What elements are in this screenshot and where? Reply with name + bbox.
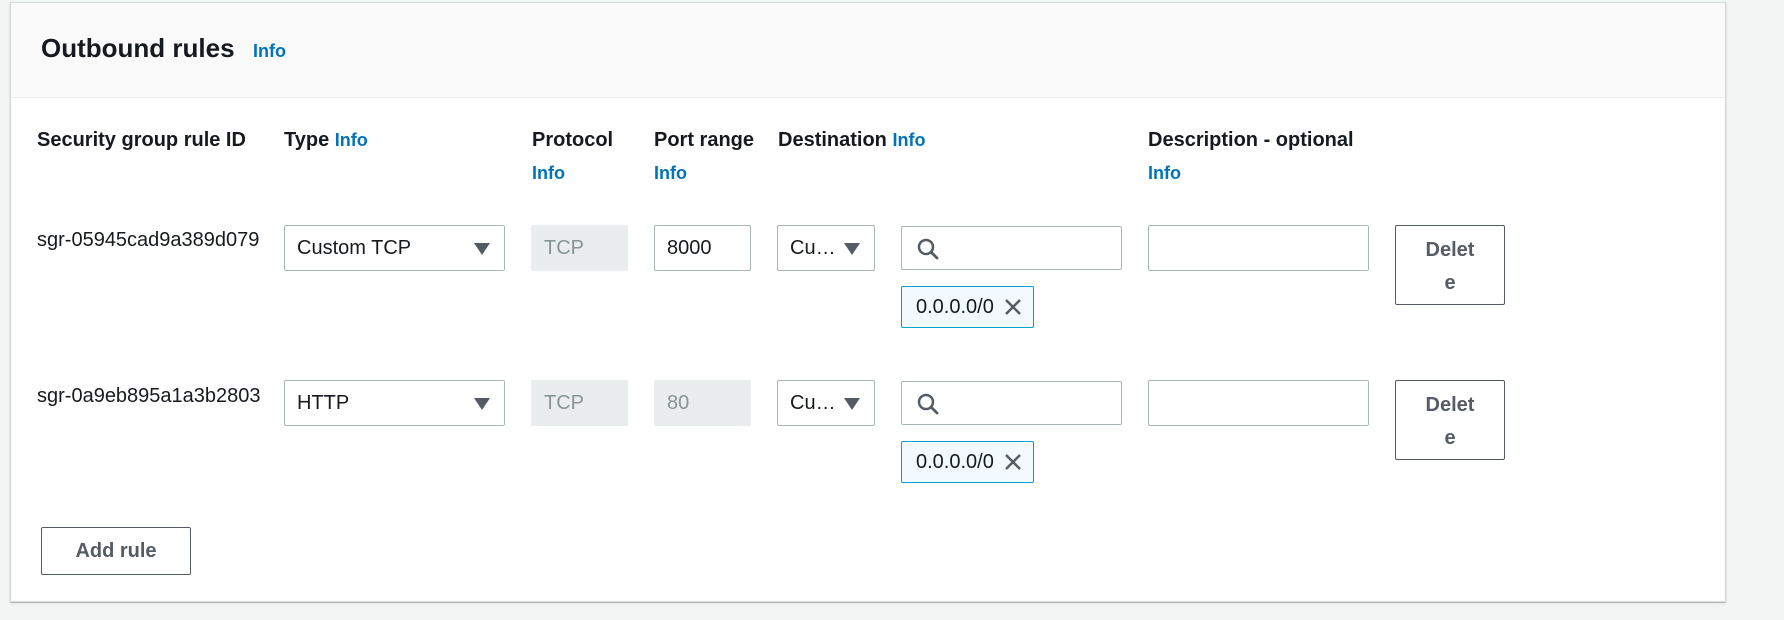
search-icon xyxy=(917,393,939,415)
destination-info-link[interactable]: Info xyxy=(892,130,925,150)
destination-search-input[interactable] xyxy=(901,381,1122,425)
description-input[interactable] xyxy=(1148,225,1369,271)
type-select-value: Custom TCP xyxy=(297,237,412,259)
description-input[interactable] xyxy=(1148,380,1369,426)
panel-header: Outbound rules Info xyxy=(11,3,1725,98)
close-icon[interactable] xyxy=(1003,297,1023,317)
type-select[interactable]: HTTP xyxy=(284,380,505,426)
protocol-info-link[interactable]: Info xyxy=(532,163,565,184)
destination-type-value: Cu… xyxy=(790,237,836,259)
type-select-value: HTTP xyxy=(297,392,350,414)
caret-down-icon xyxy=(844,243,860,255)
col-header-destination: Destination Info xyxy=(778,127,925,153)
col-header-destination-label: Destination xyxy=(778,129,887,151)
protocol-field: TCP xyxy=(531,380,628,426)
cidr-token-label: 0.0.0.0/0 xyxy=(916,451,994,473)
protocol-field: TCP xyxy=(531,225,628,271)
cidr-token-label: 0.0.0.0/0 xyxy=(916,296,994,318)
port-range-input[interactable]: 8000 xyxy=(654,225,751,271)
outbound-rules-panel: Outbound rules Info Security group rule … xyxy=(10,2,1726,602)
destination-search-input[interactable] xyxy=(901,226,1122,270)
port-range-field: 80 xyxy=(654,380,751,426)
rule-id: sgr-05945cad9a389d079 xyxy=(37,229,260,251)
add-rule-button[interactable]: Add rule xyxy=(41,527,191,575)
delete-button[interactable]: Delete xyxy=(1395,380,1505,460)
cidr-token: 0.0.0.0/0 xyxy=(901,441,1034,483)
col-header-description: Description - optional xyxy=(1148,129,1354,151)
type-select[interactable]: Custom TCP xyxy=(284,225,505,271)
type-info-link[interactable]: Info xyxy=(335,130,368,150)
destination-type-select[interactable]: Cu… xyxy=(777,380,875,426)
destination-type-value: Cu… xyxy=(790,392,836,414)
title-info-link[interactable]: Info xyxy=(253,41,286,62)
destination-type-select[interactable]: Cu… xyxy=(777,225,875,271)
caret-down-icon xyxy=(474,398,490,410)
search-icon xyxy=(917,238,939,260)
panel-title: Outbound rules xyxy=(41,33,235,63)
delete-button[interactable]: Delete xyxy=(1395,225,1505,305)
col-header-type-label: Type xyxy=(284,129,330,151)
col-header-type: Type Info xyxy=(284,127,368,153)
cidr-token: 0.0.0.0/0 xyxy=(901,286,1034,328)
description-info-link[interactable]: Info xyxy=(1148,163,1181,184)
caret-down-icon xyxy=(844,398,860,410)
rule-id: sgr-0a9eb895a1a3b2803 xyxy=(37,385,261,407)
port-range-info-link[interactable]: Info xyxy=(654,163,687,184)
close-icon[interactable] xyxy=(1003,452,1023,472)
caret-down-icon xyxy=(474,243,490,255)
col-header-rule-id: Security group rule ID xyxy=(37,129,246,151)
col-header-port-range: Port range xyxy=(654,129,755,151)
col-header-protocol: Protocol xyxy=(532,129,614,151)
